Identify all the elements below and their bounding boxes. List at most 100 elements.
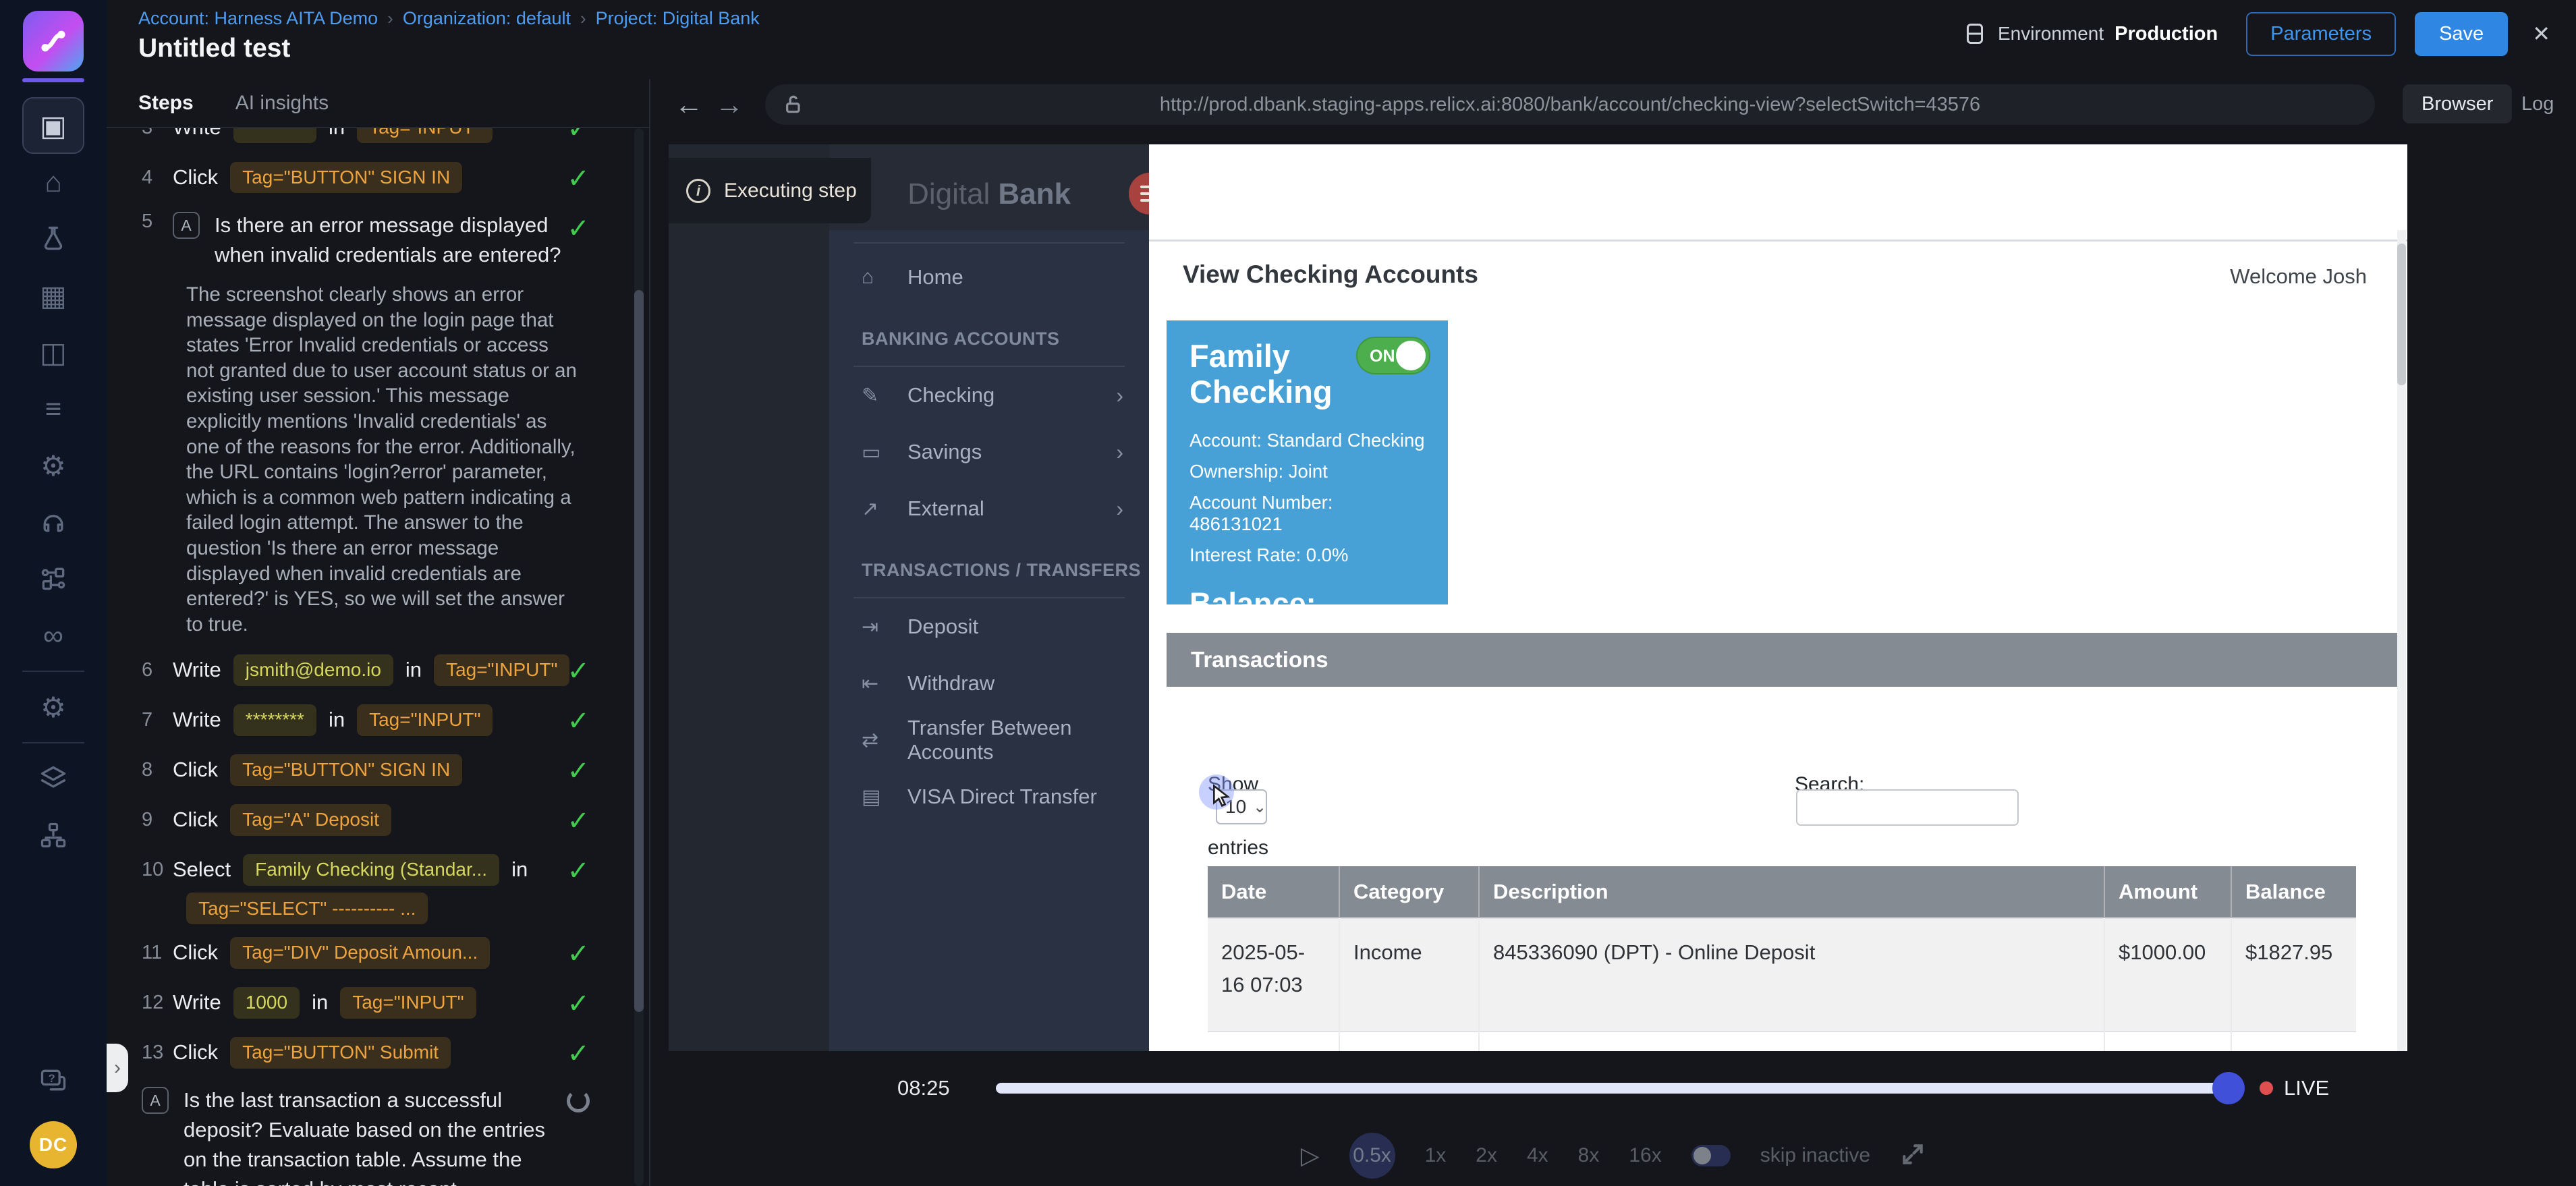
tab-browser[interactable]: Browser — [2403, 84, 2512, 123]
breadcrumb-separator: › — [580, 8, 586, 29]
rail-item-connect[interactable]: ∞ — [0, 607, 107, 664]
assert-badge: A — [142, 1087, 169, 1114]
step-row-3[interactable]: 3 Write ******** in Tag="INPUT" ✓ — [107, 128, 649, 144]
credit-card-icon: ▤ — [862, 785, 893, 809]
user-avatar[interactable]: DC — [30, 1121, 77, 1168]
url-bar[interactable]: http://prod.dbank.staging-apps.relicx.ai… — [765, 84, 2375, 125]
play-icon[interactable]: ▷ — [1301, 1141, 1320, 1170]
fullscreen-icon[interactable] — [1900, 1141, 1926, 1170]
cell-balance: $827.95 — [2231, 1032, 2356, 1051]
browser-forward-icon[interactable]: → — [715, 88, 744, 121]
sidebar-item-label: VISA Direct Transfer — [907, 785, 1097, 809]
speed-0-5x[interactable]: 0.5x — [1349, 1133, 1395, 1179]
step-row-12[interactable]: 12 Write 1000 in Tag="INPUT" ✓ — [107, 986, 649, 1019]
step-number: 8 — [142, 759, 173, 781]
account-card-title: Family Checking — [1189, 338, 1345, 410]
close-icon[interactable]: ✕ — [2532, 21, 2550, 47]
speed-16x[interactable]: 16x — [1629, 1144, 1661, 1167]
executing-step-badge: i Executing step — [669, 158, 871, 223]
step-row-6[interactable]: 6 Write jsmith@demo.io in Tag="INPUT" ✓ — [107, 653, 649, 687]
header-description[interactable]: Description — [1479, 866, 2104, 918]
rail-item-layers[interactable] — [0, 750, 107, 807]
search-input[interactable] — [1796, 789, 2019, 826]
step-row-13[interactable]: 13 Click Tag="BUTTON" Submit ✓ — [107, 1036, 649, 1069]
header-amount[interactable]: Amount — [2104, 866, 2231, 918]
timeline-knob[interactable] — [2212, 1072, 2245, 1104]
rail-item-modules[interactable]: ▣ — [22, 97, 84, 154]
save-button[interactable]: Save — [2415, 12, 2508, 56]
step-row-11[interactable]: 11 Click Tag="DIV" Deposit Amoun... ✓ — [107, 936, 649, 969]
panel-expand-handle[interactable]: › — [107, 1044, 128, 1092]
sidebar-item-transfer[interactable]: ⇄ Transfer Between Accounts — [829, 712, 1149, 768]
sidebar-item-visa[interactable]: ▤ VISA Direct Transfer — [829, 768, 1149, 825]
step-action: Write — [173, 658, 221, 682]
rail-item-support[interactable] — [0, 494, 107, 550]
withdraw-icon: ⇤ — [862, 672, 893, 696]
sidebar-item-home[interactable]: ⌂ Home — [829, 249, 1149, 306]
sidebar-item-deposit[interactable]: ⇥ Deposit — [829, 598, 1149, 655]
step-row-8[interactable]: 8 Click Tag="BUTTON" SIGN IN ✓ — [107, 753, 649, 787]
info-icon: i — [686, 179, 710, 203]
layers-icon — [38, 764, 68, 793]
steps-scrollbar-thumb[interactable] — [634, 290, 644, 1012]
steps-tabs: Steps AI insights — [107, 79, 649, 128]
account-toggle[interactable]: ON — [1356, 337, 1430, 374]
tab-log[interactable]: Log — [2511, 84, 2565, 123]
speed-2x[interactable]: 2x — [1476, 1144, 1497, 1167]
rail-item-help-chat[interactable]: ? — [0, 1052, 107, 1109]
account-type: Account: Standard Checking — [1189, 430, 1425, 451]
sidebar-item-checking[interactable]: ✎ Checking › — [829, 367, 1149, 424]
rail-item-board[interactable]: ◫ — [0, 324, 107, 380]
sidebar-item-savings[interactable]: ▭ Savings › — [829, 424, 1149, 480]
header-date[interactable]: Date — [1208, 866, 1339, 918]
rail-item-pipeline[interactable] — [0, 550, 107, 607]
step-success-icon: ✓ — [567, 806, 590, 837]
rail-item-project-settings[interactable]: ⚙ — [0, 679, 107, 735]
top-header: Account: Harness AITA Demo › Organizatio… — [107, 0, 2576, 79]
breadcrumb-project[interactable]: Project: Digital Bank — [596, 8, 760, 29]
header-balance[interactable]: Balance — [2231, 866, 2356, 918]
sidebar-item-withdraw[interactable]: ⇤ Withdraw — [829, 655, 1149, 712]
step-success-icon: ✓ — [567, 706, 590, 737]
speed-8x[interactable]: 8x — [1578, 1144, 1600, 1167]
browser-back-icon[interactable]: ← — [675, 88, 703, 121]
parameters-button[interactable]: Parameters — [2246, 12, 2396, 56]
breadcrumb-account[interactable]: Account: Harness AITA Demo — [138, 8, 378, 29]
step-number: 10 — [142, 859, 173, 881]
browser-viewport: Digital Bank 0 ✉ — [669, 144, 2407, 1051]
step-action: Click — [173, 1040, 218, 1065]
viewport-scrollbar-thumb[interactable] — [2397, 244, 2406, 385]
rail-item-home[interactable]: ⌂ — [0, 154, 107, 210]
checking-icon: ✎ — [862, 384, 893, 407]
tab-steps[interactable]: Steps — [138, 92, 194, 115]
rail-item-list[interactable]: ≡ — [0, 380, 107, 437]
table-row: 2025-05-16 06:42 Income 845336089 (DPT) … — [1208, 1032, 2356, 1051]
header-category[interactable]: Category — [1339, 866, 1479, 918]
rail-item-settings[interactable]: ⚙ — [0, 437, 107, 494]
skip-inactive-toggle[interactable] — [1691, 1145, 1731, 1166]
flask-icon — [38, 224, 68, 254]
step-row-10-target: Tag="SELECT" ---------- ... — [107, 899, 649, 920]
speed-1x[interactable]: 1x — [1425, 1144, 1447, 1167]
rail-item-grid[interactable]: ▦ — [0, 267, 107, 324]
timeline-slider[interactable] — [996, 1083, 2227, 1094]
step-value-chip: 1000 — [233, 987, 300, 1019]
app-rail: ▣ ⌂ ▦ ◫ ≡ ⚙ ∞ ⚙ ? DC — [0, 0, 107, 1186]
step-row-10[interactable]: 10 Select Family Checking (Standar... in… — [107, 853, 649, 886]
step-row-5[interactable]: 5 A Is there an error message displayed … — [107, 210, 649, 270]
savings-icon: ▭ — [862, 441, 893, 464]
step-in-word: in — [329, 128, 345, 140]
speed-4x[interactable]: 4x — [1527, 1144, 1548, 1167]
step-row-7[interactable]: 7 Write ******** in Tag="INPUT" ✓ — [107, 703, 649, 737]
step-row-14[interactable]: A Is the last transaction a successful d… — [107, 1085, 649, 1186]
rail-item-lab[interactable] — [0, 210, 107, 267]
sidebar-item-external[interactable]: ↗ External › — [829, 480, 1149, 537]
breadcrumb-org[interactable]: Organization: default — [403, 8, 571, 29]
timeline-timestamp: 08:25 — [897, 1076, 965, 1100]
tab-ai-insights[interactable]: AI insights — [235, 92, 329, 115]
step-row-4[interactable]: 4 Click Tag="BUTTON" SIGN IN ✓ — [107, 161, 649, 194]
breadcrumb: Account: Harness AITA Demo › Organizatio… — [138, 8, 760, 29]
step-row-9[interactable]: 9 Click Tag="A" Deposit ✓ — [107, 803, 649, 837]
rail-item-network[interactable] — [0, 807, 107, 864]
step-success-icon: ✓ — [567, 163, 590, 194]
